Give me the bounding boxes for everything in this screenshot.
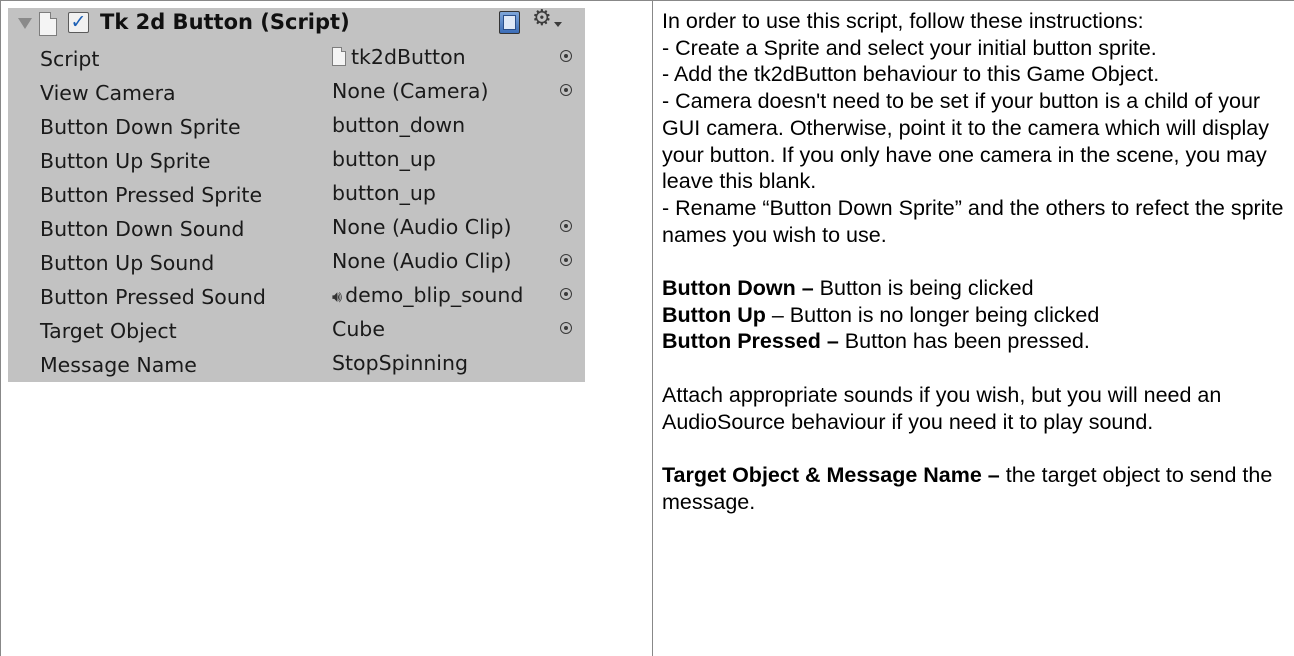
state-button-up: Button Up – Button is no longer being cl… <box>662 302 1287 329</box>
field-value[interactable]: Cube <box>332 317 557 341</box>
object-picker-icon[interactable] <box>560 254 572 266</box>
speaker-icon: 🔊︎ <box>332 287 343 306</box>
field-button-down-sound: Button Down Sound None (Audio Clip) <box>8 212 585 246</box>
component-enable-checkbox[interactable]: ✓ <box>68 12 89 33</box>
target-term: Target Object & Message Name – <box>662 462 1000 487</box>
field-label: Button Up Sound <box>40 251 215 275</box>
field-value-text: tk2dButton <box>351 45 466 69</box>
step-line: - Rename “Button Down Sprite” and the ot… <box>662 195 1284 247</box>
step-line: - Create a Sprite and select your initia… <box>662 35 1157 60</box>
script-file-icon <box>39 12 57 36</box>
table-top-border <box>0 0 1294 1</box>
component-title: Tk 2d Button (Script) <box>100 10 350 34</box>
step-line: - Camera doesn't need to be set if your … <box>662 89 1270 194</box>
field-value[interactable]: button_up <box>332 181 557 205</box>
field-label: Target Object <box>40 319 177 343</box>
field-message-name: Message Name StopSpinning <box>8 348 585 382</box>
field-value[interactable]: None (Audio Clip) <box>332 215 564 239</box>
state-term: Button Pressed – <box>662 329 839 354</box>
field-button-pressed-sound: Button Pressed Sound 🔊︎ demo_blip_sound <box>8 280 585 314</box>
field-button-pressed-sprite: Button Pressed Sprite button_up <box>8 178 585 212</box>
field-value[interactable]: button_down <box>332 113 557 137</box>
field-label: Button Pressed Sprite <box>40 183 263 207</box>
state-desc: Button has been pressed. <box>838 329 1090 354</box>
field-label: View Camera <box>40 81 176 105</box>
field-value[interactable]: 🔊︎ demo_blip_sound <box>332 283 564 307</box>
table-left-border <box>0 0 1 656</box>
state-term: Button Up <box>662 302 766 327</box>
field-label: Message Name <box>40 353 197 377</box>
state-term: Button Down – <box>662 276 814 301</box>
target-paragraph: Target Object & Message Name – the targe… <box>662 462 1287 515</box>
field-value[interactable]: tk2dButton <box>332 45 557 69</box>
object-picker-icon[interactable] <box>560 220 572 232</box>
intro-line: In order to use this script, follow thes… <box>662 9 1144 33</box>
gear-icon[interactable]: ⚙ <box>532 6 552 32</box>
field-view-camera: View Camera None (Camera) <box>8 76 585 110</box>
field-value[interactable]: button_up <box>332 147 557 171</box>
state-button-down: Button Down – Button is being clicked <box>662 275 1287 302</box>
state-button-pressed: Button Pressed – Button has been pressed… <box>662 328 1287 355</box>
state-desc: Button is being clicked <box>813 276 1034 301</box>
field-value-text: demo_blip_sound <box>345 283 524 307</box>
field-value[interactable]: StopSpinning <box>332 351 557 375</box>
inspector-panel: ✓ Tk 2d Button (Script) ⚙ Script tk2dBut… <box>8 6 585 382</box>
field-label: Button Up Sprite <box>40 149 211 173</box>
foldout-arrow-icon[interactable] <box>18 18 32 29</box>
state-desc: – Button is no longer being clicked <box>765 302 1100 327</box>
field-label: Button Down Sound <box>40 217 245 241</box>
component-header: ✓ Tk 2d Button (Script) ⚙ <box>8 6 585 42</box>
table-column-divider <box>652 0 653 656</box>
field-target-object: Target Object Cube <box>8 314 585 348</box>
step-line: - Add the tk2dButton behaviour to this G… <box>662 62 1160 87</box>
field-button-up-sound: Button Up Sound None (Audio Clip) <box>8 246 585 280</box>
field-value[interactable]: None (Audio Clip) <box>332 249 564 273</box>
field-button-down-sprite: Button Down Sprite button_down <box>8 110 585 144</box>
help-book-icon[interactable] <box>499 11 520 34</box>
field-label: Button Pressed Sound <box>40 285 266 309</box>
object-picker-icon[interactable] <box>560 322 572 334</box>
sounds-paragraph: Attach appropriate sounds if you wish, b… <box>662 382 1222 434</box>
field-label: Script <box>40 47 100 71</box>
field-script: Script tk2dButton <box>8 42 585 76</box>
object-picker-icon[interactable] <box>560 288 572 300</box>
instructions-text: In order to use this script, follow thes… <box>662 8 1287 515</box>
field-button-up-sprite: Button Up Sprite button_up <box>8 144 585 178</box>
object-picker-icon[interactable] <box>560 50 572 62</box>
field-label: Button Down Sprite <box>40 115 241 139</box>
gear-dropdown-caret-icon[interactable] <box>554 22 562 27</box>
field-value[interactable]: None (Camera) <box>332 79 557 103</box>
object-picker-icon[interactable] <box>560 84 572 96</box>
script-file-icon <box>332 47 346 66</box>
